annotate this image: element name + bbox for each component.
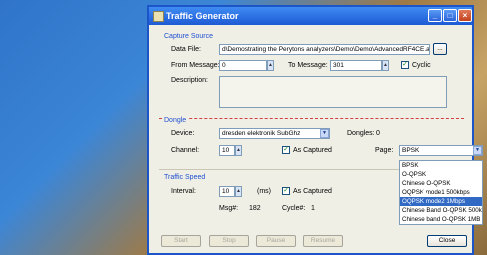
to-message-spinner[interactable]: ▲ [382, 60, 389, 71]
page-option[interactable]: BPSK [400, 161, 482, 170]
cyclic-checkbox[interactable]: ✓ [401, 61, 409, 69]
channel-label: Channel: [171, 147, 200, 154]
capture-source-title: Capture Source [164, 33, 214, 40]
channel-as-captured-label: As Captured [293, 147, 332, 154]
to-message-input[interactable]: 301 [330, 60, 382, 71]
interval-spinner[interactable]: ▲ [235, 186, 242, 197]
page-option[interactable]: OQPSK mode1 500kbps [400, 188, 482, 197]
page-chevron-down-icon[interactable]: ▼ [473, 146, 482, 155]
browse-button[interactable]: ... [433, 43, 447, 55]
cycle-value: 1 [311, 205, 315, 212]
description-label: Description: [171, 77, 208, 84]
cyclic-label: Cyclic [412, 62, 431, 69]
data-file-input[interactable]: d\Demostrating the Perytons analyzers\De… [219, 44, 430, 55]
data-file-label: Data File: [171, 46, 201, 53]
page-label: Page: [375, 147, 394, 154]
from-message-label: From Message: [171, 62, 220, 69]
window-title: Traffic Generator [166, 11, 239, 21]
stop-button[interactable]: Stop [209, 235, 249, 247]
from-message-input[interactable]: 0 [219, 60, 267, 71]
traffic-speed-title: Traffic Speed [164, 174, 206, 181]
from-message-spinner[interactable]: ▲ [267, 60, 274, 71]
cycle-label: Cycle#: [282, 205, 306, 212]
page-option[interactable]: O-QPSK [400, 170, 482, 179]
page-option[interactable]: OQPSK mode2 1Mbps [400, 197, 482, 206]
page-option[interactable]: Chinese Band O-QPSK 500k [400, 206, 482, 215]
ms-label: (ms) [257, 188, 271, 195]
interval-label: Interval: [171, 188, 196, 195]
page-dropdown-list: BPSK O-QPSK Chinese O-QPSK OQPSK mode1 500k… [399, 160, 483, 225]
interval-input[interactable]: 10 [219, 186, 235, 197]
to-message-label: To Message: [288, 62, 328, 69]
minimize-icon[interactable]: _ [428, 9, 442, 22]
device-label: Device: [171, 130, 195, 137]
dongles-value: 0 [376, 130, 380, 137]
interval-as-captured-label: As Captured [293, 188, 332, 195]
dongle-title: Dongle [164, 117, 189, 124]
channel-spinner[interactable]: ▲ [235, 145, 242, 156]
page-option[interactable]: Chinese band O-QPSK 1MB [400, 215, 482, 224]
start-button[interactable]: Start [161, 235, 201, 247]
page-option[interactable]: Chinese O-QPSK [400, 179, 482, 188]
close-button[interactable]: Close [427, 235, 467, 247]
device-dropdown[interactable]: dresden elektronik SubGhz [219, 128, 330, 139]
pause-button[interactable]: Pause [256, 235, 296, 247]
close-icon[interactable]: × [458, 9, 472, 22]
channel-as-captured-checkbox[interactable]: ✓ [282, 146, 290, 154]
section-divider [159, 118, 464, 119]
resume-button[interactable]: Resume [303, 235, 343, 247]
msg-value: 182 [249, 205, 261, 212]
title-bar[interactable]: Traffic Generator _ □ × [149, 7, 472, 25]
page-dropdown[interactable]: BPSK [399, 145, 483, 156]
app-icon [153, 11, 164, 22]
dongles-label: Dongles: [347, 130, 375, 137]
channel-input[interactable]: 10 [219, 145, 235, 156]
traffic-generator-window: Traffic Generator _ □ × Capture Source D… [147, 5, 483, 255]
maximize-icon[interactable]: □ [443, 9, 457, 22]
description-field[interactable] [219, 76, 447, 108]
chevron-down-icon[interactable]: ▼ [320, 129, 329, 138]
interval-as-captured-checkbox[interactable]: ✓ [282, 187, 290, 195]
msg-label: Msg#: [219, 205, 239, 212]
